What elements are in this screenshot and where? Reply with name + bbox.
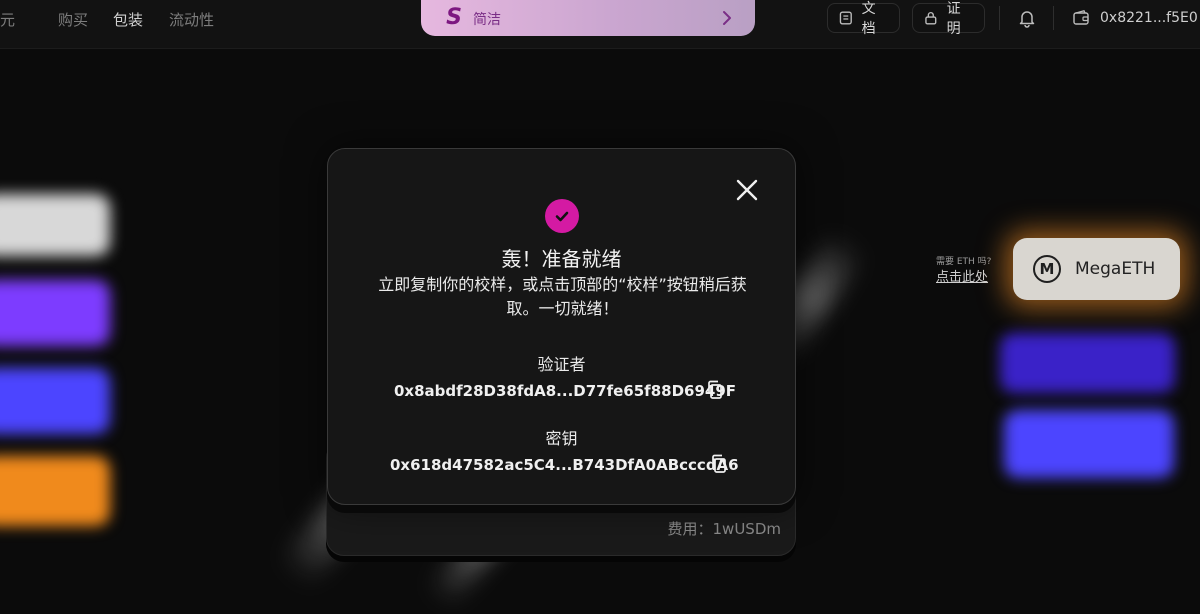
nav-item-yuan[interactable]: 元 bbox=[0, 9, 15, 30]
blurred-purple-button-right bbox=[1000, 333, 1175, 393]
fee-text: 费用：1wUSDm bbox=[667, 520, 781, 538]
verifier-value: 0x8abdf28D38fdA8...D77fe65f88D6949F bbox=[394, 382, 737, 400]
header-divider bbox=[1053, 6, 1054, 30]
need-eth-link[interactable]: 点击此处 bbox=[936, 266, 988, 285]
blurred-gray-button bbox=[0, 194, 110, 256]
top-nav-bar: 元 购买 包装 流动性 S 简洁 文档 证明 0x8221...f5E0 bbox=[0, 0, 1200, 49]
nav-item-liquidity[interactable]: 流动性 bbox=[169, 9, 214, 30]
document-icon bbox=[839, 11, 852, 25]
close-icon[interactable] bbox=[734, 177, 760, 203]
copy-icon[interactable] bbox=[710, 454, 728, 474]
header-divider bbox=[999, 6, 1000, 30]
docs-button[interactable]: 文档 bbox=[827, 1, 900, 37]
megaeth-logo-icon: M bbox=[1033, 255, 1061, 283]
key-label: 密钥 bbox=[545, 429, 578, 448]
docs-label: 文档 bbox=[861, 1, 876, 37]
proof-button[interactable]: 证明 bbox=[912, 1, 985, 37]
success-dialog: 轰！准备就绪 立即复制你的校样，或点击顶部的“校样”按钮稍后获取。一切就绪！ 验… bbox=[327, 148, 796, 505]
nav-item-buy[interactable]: 购买 bbox=[58, 9, 88, 30]
chevron-right-icon bbox=[723, 11, 731, 25]
key-value: 0x618d47582ac5C4...B743DfA0ABcccdA6 bbox=[390, 456, 739, 474]
network-label: MegaETH bbox=[1075, 259, 1156, 279]
blurred-purple-button bbox=[0, 280, 110, 346]
lock-icon bbox=[925, 11, 937, 25]
blurred-orange-button bbox=[0, 456, 110, 526]
nav-item-wrap[interactable]: 包装 bbox=[113, 9, 143, 30]
blurred-blue-button-right bbox=[1004, 410, 1174, 478]
verifier-label: 验证者 bbox=[537, 355, 586, 374]
network-button-megaeth[interactable]: M MegaETH bbox=[1013, 238, 1180, 300]
checkmark-icon bbox=[545, 199, 579, 233]
banner-label: 简洁 bbox=[473, 12, 501, 28]
wallet-icon bbox=[1073, 10, 1089, 25]
succinct-logo-icon: S bbox=[446, 5, 462, 30]
blurred-blue-button bbox=[0, 368, 110, 434]
succinct-banner[interactable]: S 简洁 bbox=[421, 0, 755, 36]
wallet-button[interactable]: 0x8221...f5E0 bbox=[1072, 9, 1198, 27]
copy-icon[interactable] bbox=[706, 380, 724, 400]
page: 元 购买 包装 流动性 S 简洁 文档 证明 0x8221...f5E0 需要 … bbox=[0, 0, 1200, 614]
bell-icon[interactable] bbox=[1017, 8, 1037, 28]
dialog-message: 立即复制你的校样，或点击顶部的“校样”按钮稍后获取。一切就绪！ bbox=[378, 275, 747, 318]
wallet-address: 0x8221...f5E0 bbox=[1100, 10, 1198, 26]
dialog-title: 轰！准备就绪 bbox=[501, 247, 622, 271]
proof-label: 证明 bbox=[946, 1, 961, 37]
